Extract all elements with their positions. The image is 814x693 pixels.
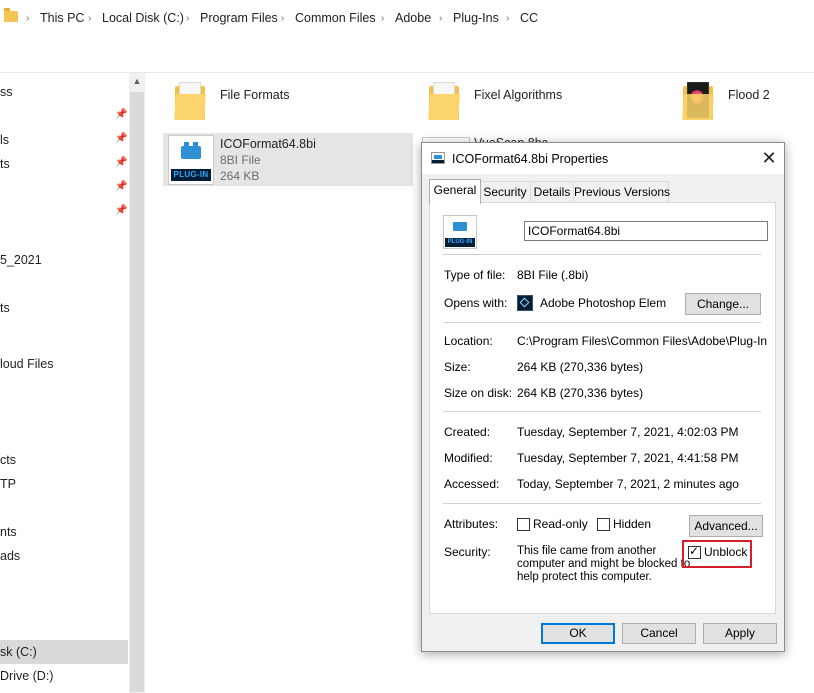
file-type: 8BI File <box>220 153 261 167</box>
security-text: This file came from another <box>517 545 657 557</box>
tab-general[interactable]: General <box>429 179 481 204</box>
plugin-file-icon[interactable]: PLUG-IN <box>168 135 214 185</box>
nav-item[interactable]: nts <box>0 525 17 539</box>
size-label: Size: <box>444 360 471 374</box>
file-size: 264 KB <box>220 169 260 183</box>
attributes-label: Attributes: <box>444 517 499 531</box>
folder-icon[interactable] <box>428 82 460 120</box>
security-text: computer and might be blocked to <box>517 558 691 570</box>
nav-item-drive-d[interactable]: Drive (D:) <box>0 669 53 683</box>
security-label: Security: <box>444 545 491 559</box>
tab-previous-versions[interactable]: Previous Versions <box>573 181 670 202</box>
address-bar[interactable]: › This PC › Local Disk (C:) › Program Fi… <box>0 0 814 38</box>
chevron-right-icon: › <box>186 13 190 24</box>
file-name[interactable]: Flood 2 <box>728 88 770 102</box>
location-label: Location: <box>444 334 493 348</box>
nav-item[interactable]: ss <box>0 85 13 99</box>
accessed-label: Accessed: <box>444 477 500 491</box>
modified-value: Tuesday, September 7, 2021, 4:41:58 PM <box>517 451 739 465</box>
type-label: Type of file: <box>444 268 506 282</box>
photoshop-elements-icon <box>517 295 533 311</box>
size-on-disk-value: 264 KB (270,336 bytes) <box>517 386 644 400</box>
pin-icon[interactable]: 📌 <box>115 134 127 144</box>
location-value: C:\Program Files\Common Files\Adobe\Plug… <box>517 334 767 348</box>
pin-icon[interactable]: 📌 <box>115 182 127 192</box>
file-name[interactable]: File Formats <box>220 88 289 102</box>
chevron-right-icon: › <box>506 13 510 24</box>
nav-item[interactable]: ads <box>0 549 20 563</box>
divider <box>0 72 814 73</box>
opens-with-label: Opens with: <box>444 296 508 310</box>
security-text: help protect this computer. <box>517 571 652 583</box>
chevron-right-icon: › <box>439 13 443 24</box>
plugin-file-icon: PLUG-IN <box>443 215 477 249</box>
nav-item-local-disk[interactable]: sk (C:) <box>0 645 37 659</box>
nav-item[interactable]: loud Files <box>0 357 54 371</box>
folder-icon[interactable] <box>174 82 206 120</box>
hidden-label[interactable]: Hidden <box>613 517 651 531</box>
unblock-label[interactable]: Unblock <box>704 545 747 559</box>
divider <box>443 254 761 255</box>
dialog-title: ICOFormat64.8bi Properties <box>452 152 609 166</box>
dialog-title-bar[interactable]: ICOFormat64.8bi Properties ✕ <box>422 143 784 174</box>
nav-item[interactable]: TP <box>0 477 16 491</box>
file-name[interactable]: VueScan 8bc <box>474 133 548 142</box>
chevron-right-icon: › <box>281 13 285 24</box>
hidden-checkbox[interactable] <box>597 518 610 531</box>
divider <box>443 411 761 412</box>
chevron-right-icon: › <box>26 13 30 24</box>
opens-with-value: Adobe Photoshop Elem <box>540 296 667 310</box>
nav-item[interactable]: cts <box>0 453 16 467</box>
size-value: 264 KB (270,336 bytes) <box>517 360 644 374</box>
read-only-label[interactable]: Read-only <box>533 517 588 531</box>
plugin-file-icon <box>431 152 445 164</box>
chevron-right-icon: › <box>381 13 385 24</box>
file-name[interactable]: ICOFormat64.8bi <box>220 137 316 151</box>
tab-details[interactable]: Details <box>530 181 574 202</box>
breadcrumb-common-files[interactable]: Common Files <box>295 11 376 25</box>
advanced-button[interactable]: Advanced... <box>689 515 763 537</box>
pin-icon[interactable]: 📌 <box>115 158 127 168</box>
breadcrumb-local-disk[interactable]: Local Disk (C:) <box>102 11 184 25</box>
breadcrumb-adobe[interactable]: Adobe <box>395 11 431 25</box>
scroll-up-arrow-icon[interactable]: ▲ <box>129 73 145 89</box>
modified-label: Modified: <box>444 451 493 465</box>
cancel-button[interactable]: Cancel <box>622 623 696 644</box>
breadcrumb-program-files[interactable]: Program Files <box>200 11 278 25</box>
nav-item[interactable]: ts <box>0 157 10 171</box>
accessed-value: Today, September 7, 2021, 2 minutes ago <box>517 477 739 491</box>
tab-security[interactable]: Security <box>479 181 531 202</box>
nav-item[interactable]: ls <box>0 133 9 147</box>
ok-button[interactable]: OK <box>541 623 615 644</box>
pin-icon[interactable]: 📌 <box>115 110 127 120</box>
breadcrumb-cc[interactable]: CC <box>520 11 538 25</box>
folder-icon[interactable] <box>682 82 714 120</box>
divider <box>443 322 761 323</box>
close-icon[interactable]: ✕ <box>758 147 780 169</box>
created-value: Tuesday, September 7, 2021, 4:02:03 PM <box>517 425 739 439</box>
divider <box>443 503 761 504</box>
nav-item[interactable]: ts <box>0 301 10 315</box>
plugin-label: PLUG-IN <box>171 169 211 181</box>
properties-dialog: ICOFormat64.8bi Properties ✕ General Sec… <box>421 142 785 652</box>
scrollbar-thumb[interactable] <box>130 92 144 692</box>
file-name[interactable]: Fixel Algorithms <box>474 88 562 102</box>
folder-icon <box>4 8 18 22</box>
nav-item[interactable]: 5_2021 <box>0 253 42 267</box>
chevron-right-icon: › <box>88 13 92 24</box>
pin-icon[interactable]: 📌 <box>115 206 127 216</box>
read-only-checkbox[interactable] <box>517 518 530 531</box>
type-value: 8BI File (.8bi) <box>517 268 589 282</box>
file-name-field[interactable] <box>524 221 768 241</box>
unblock-checkbox[interactable] <box>688 544 701 559</box>
general-panel: PLUG-IN Type of file: 8BI File (.8bi) Op… <box>429 202 776 614</box>
plugin-label: PLUG-IN <box>445 238 475 247</box>
created-label: Created: <box>444 425 491 439</box>
change-button[interactable]: Change... <box>685 293 761 315</box>
apply-button[interactable]: Apply <box>703 623 777 644</box>
size-on-disk-label: Size on disk: <box>444 386 513 400</box>
breadcrumb-plug-ins[interactable]: Plug-Ins <box>453 11 499 25</box>
breadcrumb-this-pc[interactable]: This PC <box>40 11 84 25</box>
